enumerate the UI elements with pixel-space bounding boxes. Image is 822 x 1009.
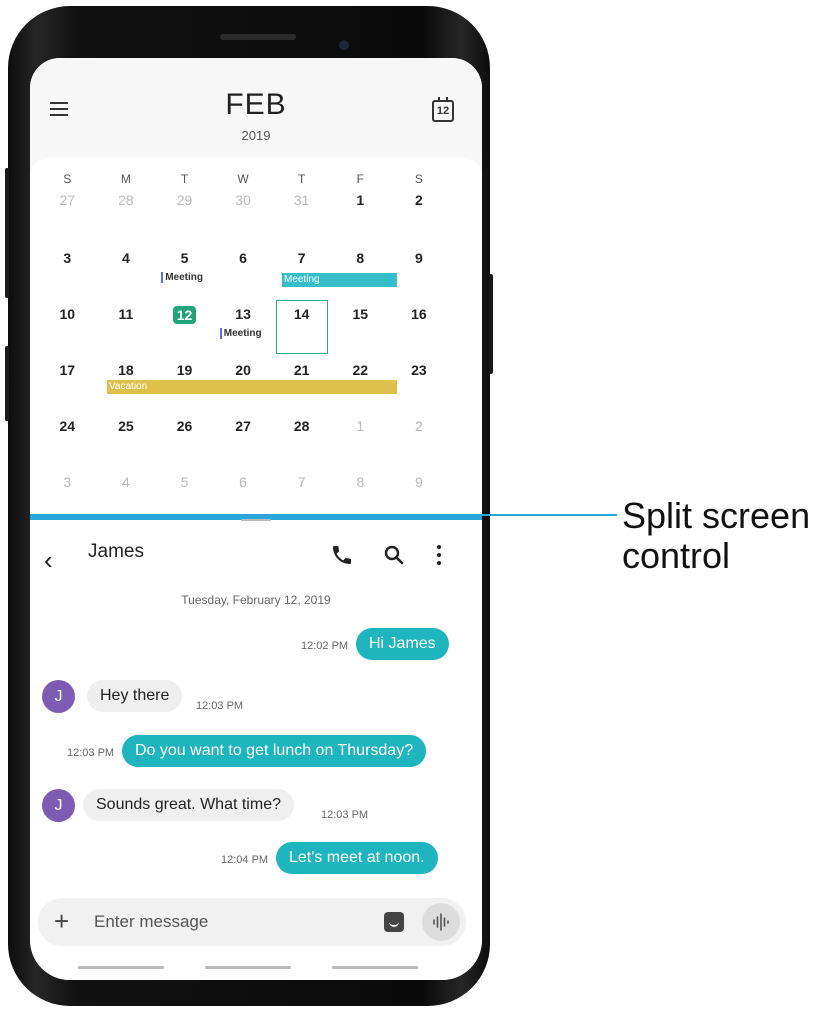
outgoing-message[interactable]: Let's meet at noon. [276,842,438,874]
event-bar[interactable]: Meeting [282,273,397,287]
incoming-message[interactable]: Hey there [87,680,183,712]
attach-plus-icon[interactable]: + [54,906,69,937]
weekday-label: M [120,172,131,186]
message-input[interactable] [92,910,352,934]
day-cell[interactable]: 2 [390,412,449,468]
week-row: 3 4 5 Meeting 6 7 8 9 [38,244,448,300]
phone-icon[interactable] [330,543,354,567]
day-cell[interactable]: 7 [272,244,331,300]
day-cell[interactable]: 5 Meeting [155,244,214,300]
contact-name: James [88,541,144,562]
week-row: 10 11 12 13 Meeting 14 15 16 [38,300,448,356]
weekday-label: T [180,172,189,186]
voice-record-button[interactable] [422,903,460,941]
calendar-grid: S M T W T F S 27 28 29 30 31 1 2 3 4 5 M… [30,158,482,592]
day-cell[interactable]: 31 [272,186,331,242]
message-time: 12:03 PM [321,809,369,821]
weekday-label: S [414,172,423,186]
back-icon[interactable]: ‹ [44,545,53,576]
day-cell[interactable]: 8 [331,244,390,300]
day-cell[interactable]: 30 [214,186,273,242]
nav-bar-indicator [332,966,418,969]
volume-button [5,168,9,298]
front-camera [339,40,349,50]
incoming-message[interactable]: Sounds great. What time? [83,789,294,821]
day-cell[interactable]: 28 [272,412,331,468]
message-input-bar: + [38,898,466,946]
weekday-label: T [298,172,306,186]
day-cell[interactable]: 15 [331,300,390,356]
message-time: 12:03 PM [196,700,244,712]
day-cell[interactable]: 16 [390,300,449,356]
day-cell[interactable]: 4 [97,244,156,300]
conversation-date: Tuesday, February 12, 2019 [181,593,331,607]
speaker-grille [220,34,296,40]
sticker-icon[interactable] [384,912,404,932]
event-label[interactable]: Meeting [219,328,262,339]
day-cell[interactable]: 10 [38,300,97,356]
day-cell[interactable]: 2 [390,186,449,242]
callout-line-2: control [622,535,731,576]
messages-pane: ‹ James Tuesday, February 12, 2019 12:02… [30,521,482,980]
day-cell[interactable]: 26 [155,412,214,468]
power-button [489,274,493,374]
day-cell[interactable]: 28 [97,186,156,242]
message-time: 12:03 PM [67,747,115,759]
weekday-label: W [237,172,249,186]
day-number: 5 [180,250,189,266]
weekday-header: S M T W T F S [38,172,448,186]
day-cell[interactable]: 24 [38,412,97,468]
year-label: 2019 [241,128,271,143]
bixby-button [5,346,9,421]
day-cell[interactable]: 14 [272,300,331,356]
more-options-icon[interactable] [435,545,443,567]
day-cell[interactable]: 1 [331,412,390,468]
contact-avatar[interactable]: J [42,789,75,822]
message-time: 12:04 PM [221,854,269,866]
weekday-label: F [356,172,364,186]
day-cell[interactable]: 3 [38,244,97,300]
search-icon[interactable] [382,543,406,567]
nav-bar-indicator [205,966,291,969]
day-cell[interactable]: 9 [390,244,449,300]
screen: FEB 2019 12 S M T W T F S 27 28 29 30 31 [30,58,482,980]
weekday-label: S [63,172,72,186]
day-cell[interactable]: 6 [214,244,273,300]
nav-bar-indicator [78,966,164,969]
day-cell[interactable]: 27 [38,186,97,242]
voice-icon [433,913,449,931]
day-cell[interactable]: 29 [155,186,214,242]
day-number: 14 [293,306,310,322]
phone-frame: FEB 2019 12 S M T W T F S 27 28 29 30 31 [5,6,493,1006]
day-cell[interactable]: 25 [97,412,156,468]
event-label[interactable]: Meeting [161,272,203,283]
week-row: 24 25 26 27 28 1 2 [38,412,448,468]
month-title[interactable]: FEB [30,88,482,122]
outgoing-message[interactable]: Hi James [356,628,449,660]
day-cell[interactable]: 27 [214,412,273,468]
contact-avatar[interactable]: J [42,680,75,713]
week-row: 27 28 29 30 31 1 2 [38,186,448,242]
today-marker: 12 [172,306,197,324]
day-number: 13 [235,306,251,322]
calendar-today-icon[interactable]: 12 [432,97,454,122]
calendar-header: FEB 2019 12 [30,58,482,158]
callout-line [465,514,617,516]
day-cell[interactable]: 13 Meeting [214,300,273,356]
event-bar[interactable]: Vacation [107,380,397,394]
callout-line-1: Split screen [622,495,811,536]
day-cell[interactable]: 17 [38,356,97,412]
message-time: 12:02 PM [301,640,349,652]
day-cell[interactable]: 12 [155,300,214,356]
day-cell[interactable]: 23 [390,356,449,412]
outgoing-message[interactable]: Do you want to get lunch on Thursday? [122,735,427,767]
split-screen-callout: Split screen control [622,496,810,576]
day-cell[interactable]: 1 [331,186,390,242]
day-cell[interactable]: 11 [97,300,156,356]
